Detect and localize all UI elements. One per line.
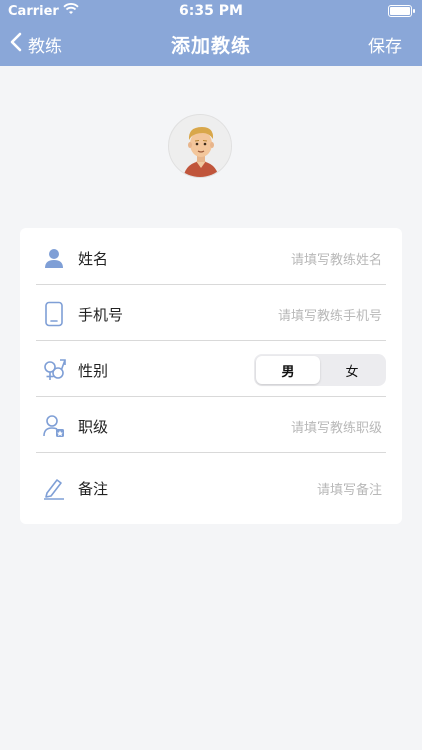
page-title: 添加教练	[170, 35, 251, 57]
name-input[interactable]: 请填写教练姓名	[291, 249, 386, 268]
person-icon	[42, 246, 66, 270]
phone-label: 手机号	[78, 305, 124, 324]
gender-option-female[interactable]: 女	[320, 356, 384, 384]
gender-label: 性别	[78, 361, 109, 380]
note-row[interactable]: 备注 请填写备注	[36, 460, 386, 516]
avatar[interactable]	[168, 114, 232, 178]
status-time: 6:35 PM	[179, 3, 243, 19]
rank-icon	[42, 414, 66, 438]
divider	[36, 284, 386, 285]
divider	[36, 340, 386, 341]
status-bar: Carrier 6:35 PM	[0, 0, 422, 22]
gender-segmented-control[interactable]: 男 女	[254, 354, 386, 386]
phone-row[interactable]: 手机号 请填写教练手机号	[36, 286, 386, 342]
rank-label: 职级	[78, 417, 109, 436]
divider	[36, 396, 386, 397]
coach-form-card: 姓名 请填写教练姓名 手机号 请填写教练手机号 性别 男 女 职级 请填写教练职…	[20, 228, 402, 524]
gender-option-male[interactable]: 男	[256, 356, 320, 384]
name-label: 姓名	[78, 249, 109, 268]
phone-input[interactable]: 请填写教练手机号	[278, 305, 386, 324]
gender-row: 性别 男 女	[36, 342, 386, 398]
divider	[36, 452, 386, 453]
gender-icon	[42, 358, 66, 382]
pencil-icon	[42, 476, 66, 500]
battery-icon	[388, 5, 415, 17]
rank-row[interactable]: 职级 请填写教练职级	[36, 398, 386, 454]
top-bar: Carrier 6:35 PM 教练 添加教练 保存	[0, 0, 422, 66]
rank-input[interactable]: 请填写教练职级	[291, 417, 386, 436]
phone-icon	[42, 301, 66, 327]
save-button[interactable]: 保存	[368, 32, 402, 57]
name-row[interactable]: 姓名 请填写教练姓名	[36, 230, 386, 286]
note-label: 备注	[78, 479, 109, 498]
navigation-bar: 教练 添加教练 保存	[0, 22, 422, 66]
note-input[interactable]: 请填写备注	[317, 479, 386, 498]
